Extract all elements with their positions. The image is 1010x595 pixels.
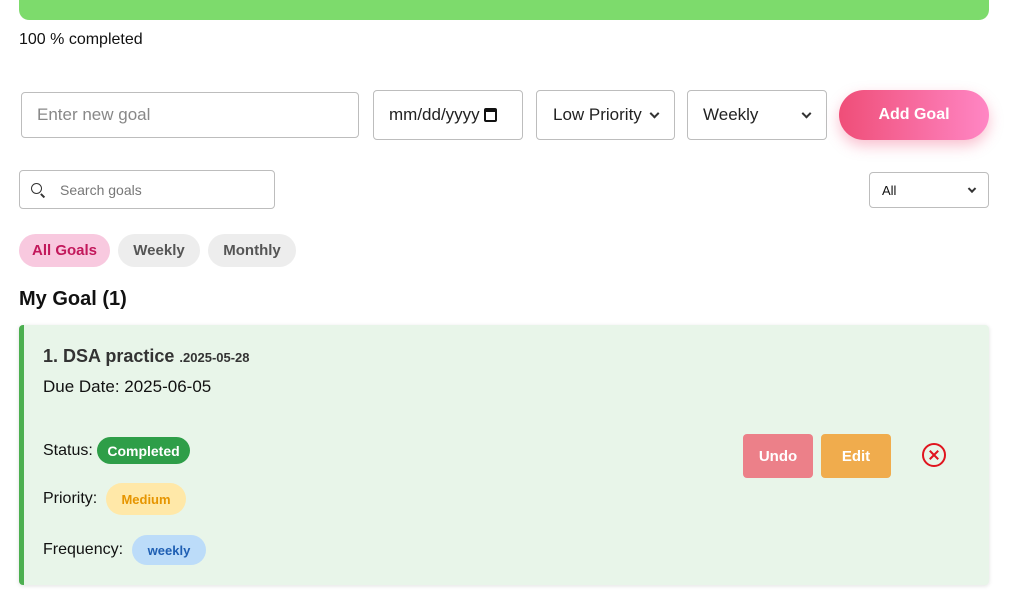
progress-bar-fill	[19, 0, 989, 20]
tab-all-goals[interactable]: All Goals	[19, 234, 110, 267]
search-input[interactable]: Search goals	[19, 170, 275, 209]
undo-button[interactable]: Undo	[743, 434, 813, 478]
goal-card: 1. DSA practice .2025-05-28 Due Date: 20…	[19, 325, 989, 585]
goal-due-date: Due Date: 2025-06-05	[43, 377, 212, 396]
add-goal-button[interactable]: Add Goal	[839, 90, 989, 140]
progress-bar	[19, 0, 989, 20]
status-label: Status:	[43, 442, 93, 459]
close-circle-icon[interactable]	[922, 443, 946, 467]
chevron-down-icon	[649, 108, 660, 119]
goal-title: 1. DSA practice .2025-05-28	[43, 346, 250, 367]
chevron-down-icon	[967, 184, 977, 194]
status-badge: Completed	[97, 437, 190, 464]
calendar-icon[interactable]	[483, 108, 497, 122]
frequency-badge: weekly	[132, 535, 206, 565]
due-date-input[interactable]: mm/dd/yyyy	[373, 90, 523, 140]
filter-select-value: All	[882, 182, 897, 198]
priority-select[interactable]: Low Priority	[536, 90, 675, 140]
frequency-select[interactable]: Weekly	[687, 90, 827, 140]
tab-weekly[interactable]: Weekly	[118, 234, 200, 267]
chevron-down-icon	[801, 108, 812, 119]
priority-select-value: Low Priority	[553, 105, 642, 124]
progress-label: 100 % completed	[19, 31, 143, 48]
edit-button[interactable]: Edit	[821, 434, 891, 478]
goal-input[interactable]: Enter new goal	[21, 92, 359, 138]
date-placeholder: mm/dd/yyyy	[389, 105, 480, 124]
search-placeholder: Search goals	[60, 181, 142, 198]
priority-badge: Medium	[106, 483, 186, 515]
status-filter-select[interactable]: All	[869, 172, 989, 208]
goal-created-date: .2025-05-28	[179, 350, 250, 365]
section-title: My Goal (1)	[19, 288, 127, 310]
search-icon	[31, 182, 46, 198]
goal-title-text: 1. DSA practice	[43, 346, 175, 366]
tab-monthly[interactable]: Monthly	[208, 234, 296, 267]
frequency-label: Frequency:	[43, 541, 124, 558]
frequency-select-value: Weekly	[703, 105, 759, 124]
priority-label: Priority:	[43, 490, 98, 507]
